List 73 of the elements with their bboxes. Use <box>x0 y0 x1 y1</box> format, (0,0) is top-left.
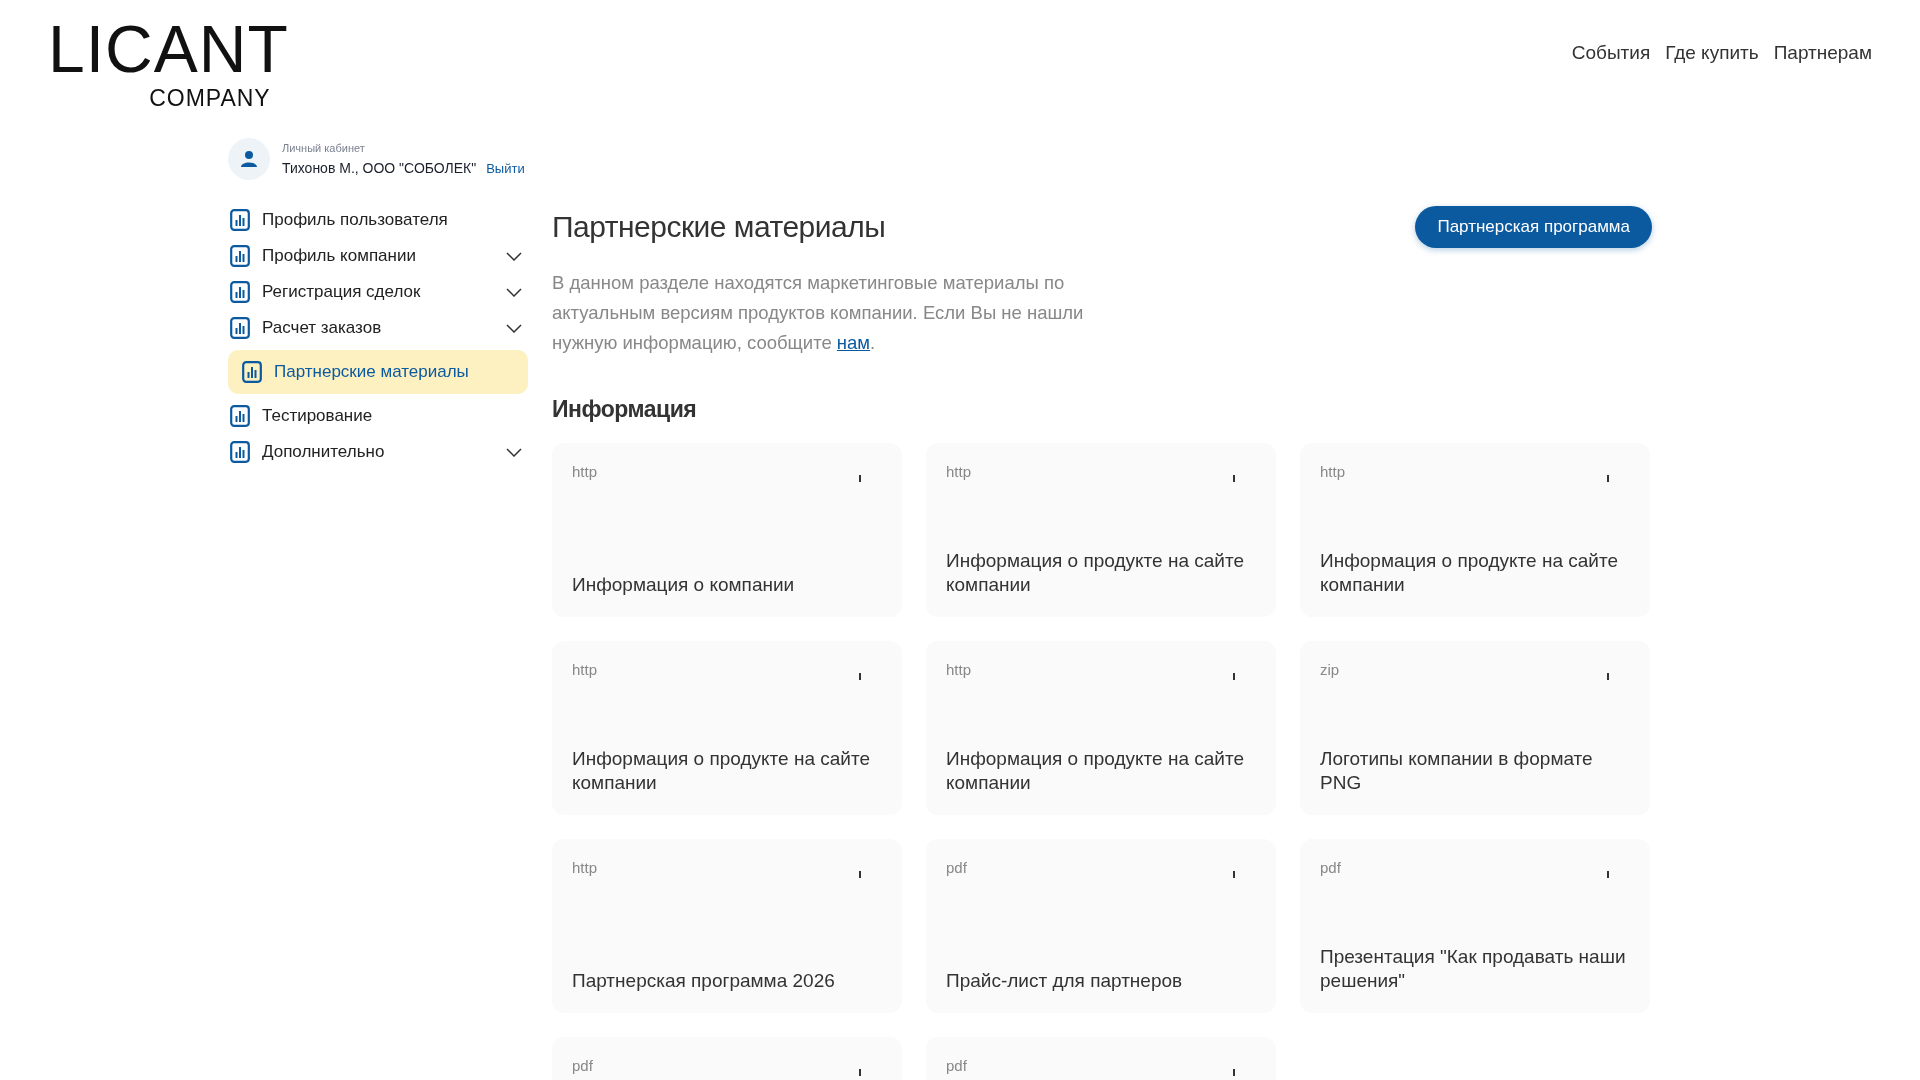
material-card[interactable]: http Информация о компании <box>552 443 902 617</box>
tick-mark-icon <box>859 673 861 680</box>
file-type-label: http <box>572 463 598 480</box>
bar-chart-icon <box>230 441 250 463</box>
file-type-label: http <box>946 661 972 678</box>
material-card[interactable]: http Партнерская программа 2026 <box>552 839 902 1013</box>
bar-chart-icon <box>230 317 250 339</box>
material-card[interactable]: zip Логотипы компании в формате PNG <box>1300 641 1650 815</box>
material-card[interactable]: pdf Презентация "Как продавать наши решения" <box>1300 839 1650 1013</box>
bar-chart-icon <box>230 245 250 267</box>
page-title: Партнерские материалы <box>552 210 886 244</box>
card-title: Логотипы компании в формате PNG <box>1320 747 1594 795</box>
nav-link[interactable]: Партнерам <box>1773 42 1872 64</box>
section-title: Информация <box>552 396 698 423</box>
bar-chart-icon <box>230 405 250 427</box>
material-card[interactable]: pdf <box>926 1037 1276 1080</box>
page-description: В данном разделе находятся маркетинговые материалы по актуальным версиям продуктов компании. Если Вы не нашли нужную информацию, сообщите нам. <box>552 271 1085 355</box>
chevron-down-icon[interactable] <box>506 251 522 261</box>
sidebar-item[interactable]: Тестирование <box>228 398 528 434</box>
material-card[interactable]: pdf Прайс-лист для партнеров <box>926 839 1276 1013</box>
tick-mark-icon <box>1233 871 1235 878</box>
material-card[interactable]: http Информация о продукте на сайте компании <box>1300 443 1650 617</box>
tick-mark-icon <box>1233 475 1235 482</box>
tick-mark-icon <box>859 871 861 878</box>
sidebar-item[interactable]: Партнерские материалы <box>228 350 528 394</box>
contact-link[interactable]: нам <box>836 332 871 353</box>
card-title: Партнерская программа 2026 <box>572 969 836 993</box>
card-title: Информация о продукте на сайте компании <box>572 747 871 795</box>
file-type-label: http <box>1320 463 1346 480</box>
tick-mark-icon <box>1233 673 1235 680</box>
bar-chart-icon <box>230 281 250 303</box>
sidebar-item[interactable]: Расчет заказов <box>228 310 528 346</box>
sidebar-item[interactable]: Регистрация сделок <box>228 274 528 310</box>
partner-program-button[interactable]: Партнерская программа <box>1415 206 1652 248</box>
card-title: Информация о компании <box>572 573 796 597</box>
tick-mark-icon <box>1607 673 1609 680</box>
chevron-down-icon[interactable] <box>506 287 522 297</box>
user-name: Тихонов М., ООО "СОБОЛЕК" <box>282 160 477 176</box>
card-title: Презентация "Как продавать наши решения" <box>1320 945 1627 993</box>
file-type-label: pdf <box>946 1057 967 1074</box>
card-title: Информация о продукте на сайте компании <box>946 549 1245 597</box>
company-logo[interactable]: LICANT COMPANY <box>48 14 289 112</box>
material-card[interactable]: pdf <box>552 1037 902 1080</box>
tick-mark-icon <box>1607 475 1609 482</box>
nav-link[interactable]: События <box>1571 42 1651 64</box>
chevron-down-icon[interactable] <box>506 447 522 457</box>
file-type-label: http <box>572 859 598 876</box>
card-title: Информация о продукте на сайте компании <box>1320 549 1619 597</box>
sidebar-item[interactable]: Профиль пользователя <box>228 202 528 238</box>
nav-link[interactable]: Где купить <box>1665 42 1759 64</box>
card-title: Прайс-лист для партнеров <box>946 969 1184 993</box>
file-type-label: http <box>946 463 972 480</box>
tick-mark-icon <box>1233 1069 1235 1076</box>
chevron-down-icon[interactable] <box>506 323 522 333</box>
tick-mark-icon <box>859 1069 861 1076</box>
file-type-label: pdf <box>1320 859 1341 876</box>
card-title: Информация о продукте на сайте компании <box>946 747 1245 795</box>
file-type-label: pdf <box>572 1057 593 1074</box>
file-type-label: zip <box>1320 661 1340 678</box>
sidebar-item[interactable]: Профиль компании <box>228 238 528 274</box>
material-card[interactable]: http Информация о продукте на сайте компании <box>926 641 1276 815</box>
bar-chart-icon <box>230 209 250 231</box>
material-card[interactable]: http Информация о продукте на сайте компании <box>926 443 1276 617</box>
material-card[interactable]: http Информация о продукте на сайте компании <box>552 641 902 815</box>
bar-chart-icon <box>242 361 262 383</box>
tick-mark-icon <box>1607 871 1609 878</box>
logout-link[interactable]: Выйти <box>486 161 525 176</box>
file-type-label: pdf <box>946 859 967 876</box>
user-avatar-icon <box>228 138 270 180</box>
tick-mark-icon <box>859 475 861 482</box>
account-caption: Личный кабинет <box>282 142 366 154</box>
file-type-label: http <box>572 661 598 678</box>
sidebar-item[interactable]: Дополнительно <box>228 434 528 470</box>
